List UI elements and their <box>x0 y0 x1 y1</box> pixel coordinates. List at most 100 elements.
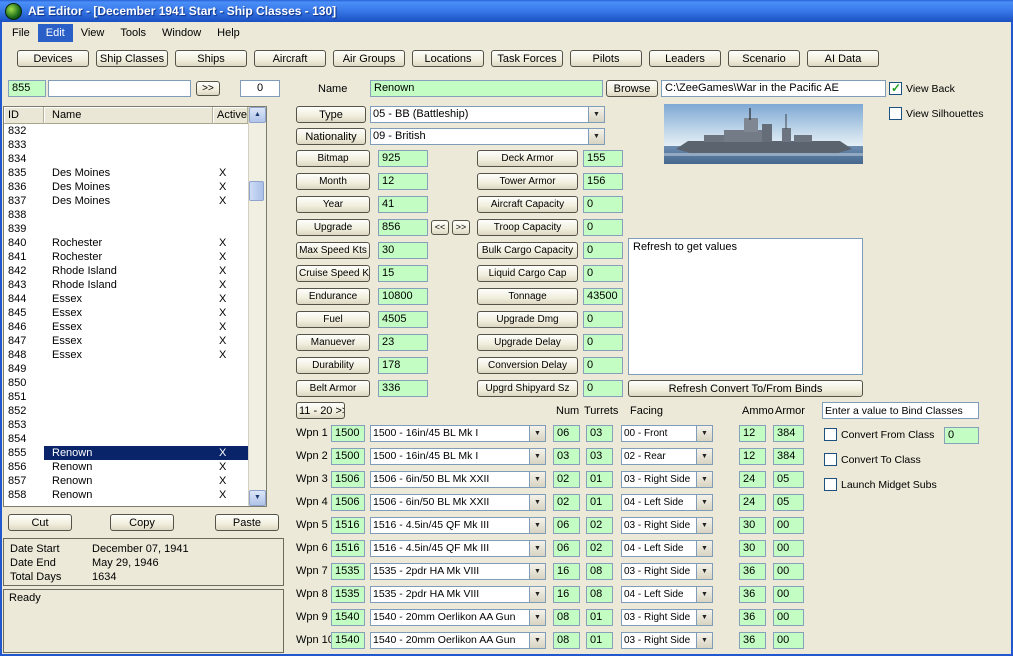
weapon-id-field[interactable]: 1500 <box>331 448 365 465</box>
toolbar-button[interactable]: AI Data <box>807 50 879 67</box>
list-row[interactable]: 834 <box>4 152 248 166</box>
weapon-armor-field[interactable]: 05 <box>773 494 804 511</box>
list-row[interactable]: 857 Renown X <box>4 474 248 488</box>
convert-from-class-checkbox[interactable]: ✓ Convert From Class <box>824 428 934 441</box>
toolbar-button[interactable]: Task Forces <box>491 50 563 67</box>
stat-button[interactable]: Max Speed Kts <box>296 242 370 259</box>
weapon-ammo-field[interactable]: 30 <box>739 540 766 557</box>
list-row[interactable]: 854 <box>4 432 248 446</box>
weapon-turrets-field[interactable]: 01 <box>586 632 613 649</box>
copy-button[interactable]: Copy <box>110 514 174 531</box>
stat-value-field[interactable]: 4505 <box>378 311 428 328</box>
list-row[interactable]: 840 Rochester X <box>4 236 248 250</box>
stat-value-field[interactable]: 41 <box>378 196 428 213</box>
chevron-down-icon[interactable]: ▼ <box>529 472 545 487</box>
menu-item[interactable]: Tools <box>112 24 154 42</box>
weapon-num-field[interactable]: 03 <box>553 448 580 465</box>
stat-button[interactable]: Conversion Delay <box>477 357 578 374</box>
stat-button[interactable]: Endurance <box>296 288 370 305</box>
weapon-id-field[interactable]: 1500 <box>331 425 365 442</box>
chevron-down-icon[interactable]: ▼ <box>529 541 545 556</box>
weapon-facing-select[interactable]: 02 - Rear ▼ <box>621 448 713 465</box>
weapon-num-field[interactable]: 06 <box>553 425 580 442</box>
checkbox-box[interactable]: ✓ <box>824 478 837 491</box>
weapon-armor-field[interactable]: 05 <box>773 471 804 488</box>
stat-value-field[interactable]: 156 <box>583 173 623 190</box>
weapon-id-field[interactable]: 1540 <box>331 632 365 649</box>
view-silhouettes-checkbox[interactable]: ✓ View Silhouettes <box>889 107 983 120</box>
toolbar-button[interactable]: Aircraft <box>254 50 326 67</box>
list-row[interactable]: 844 Essex X <box>4 292 248 306</box>
list-body[interactable]: 832 833 834 835 Des Moines X 836 Des Moi… <box>4 124 248 502</box>
stat-button[interactable]: Manuever <box>296 334 370 351</box>
list-row[interactable]: 858 Renown X <box>4 488 248 502</box>
stat-value-field[interactable]: 178 <box>378 357 428 374</box>
weapon-select[interactable]: 1540 - 20mm Oerlikon AA Gun ▼ <box>370 609 546 626</box>
list-row[interactable]: 853 <box>4 418 248 432</box>
bind-value-input[interactable]: Enter a value to Bind Classes <box>822 402 979 419</box>
list-row[interactable]: 851 <box>4 390 248 404</box>
refresh-binds-button[interactable]: Refresh Convert To/From Binds <box>628 380 863 397</box>
weapon-turrets-field[interactable]: 03 <box>586 448 613 465</box>
weapon-turrets-field[interactable]: 08 <box>586 586 613 603</box>
scroll-track[interactable] <box>249 123 266 490</box>
weapon-facing-select[interactable]: 03 - Right Side ▼ <box>621 563 713 580</box>
list-row[interactable]: 832 <box>4 124 248 138</box>
stat-value-field[interactable]: 0 <box>583 334 623 351</box>
chevron-down-icon[interactable]: ▼ <box>696 587 712 602</box>
scroll-thumb[interactable] <box>249 181 264 201</box>
chevron-down-icon[interactable]: ▼ <box>529 449 545 464</box>
stat-button[interactable]: Troop Capacity <box>477 219 578 236</box>
list-row[interactable]: 847 Essex X <box>4 334 248 348</box>
current-id-field[interactable]: 855 <box>8 80 46 97</box>
weapon-num-field[interactable]: 06 <box>553 540 580 557</box>
stat-value-field[interactable]: 155 <box>583 150 623 167</box>
launch-midget-subs-checkbox[interactable]: ✓ Launch Midget Subs <box>824 478 937 491</box>
weapon-armor-field[interactable]: 00 <box>773 586 804 603</box>
weapon-ammo-field[interactable]: 36 <box>739 563 766 580</box>
weapon-ammo-field[interactable]: 12 <box>739 425 766 442</box>
chevron-down-icon[interactable]: ▼ <box>696 564 712 579</box>
weapon-id-field[interactable]: 1535 <box>331 586 365 603</box>
list-row[interactable]: 833 <box>4 138 248 152</box>
chevron-down-icon[interactable]: ▼ <box>696 495 712 510</box>
weapon-armor-field[interactable]: 00 <box>773 540 804 557</box>
chevron-down-icon[interactable]: ▼ <box>529 426 545 441</box>
chevron-down-icon[interactable]: ▼ <box>529 564 545 579</box>
chevron-down-icon[interactable]: ▼ <box>696 518 712 533</box>
weapon-armor-field[interactable]: 384 <box>773 448 804 465</box>
chevron-down-icon[interactable]: ▼ <box>529 495 545 510</box>
stat-button[interactable]: Fuel <box>296 311 370 328</box>
list-row[interactable]: 841 Rochester X <box>4 250 248 264</box>
stat-value-field[interactable]: 12 <box>378 173 428 190</box>
toolbar-button[interactable]: Leaders <box>649 50 721 67</box>
chevron-down-icon[interactable]: ▼ <box>696 426 712 441</box>
weapon-turrets-field[interactable]: 08 <box>586 563 613 580</box>
nationality-select[interactable]: 09 - British ▼ <box>370 128 605 145</box>
weapon-turrets-field[interactable]: 01 <box>586 494 613 511</box>
stat-value-field[interactable]: 336 <box>378 380 428 397</box>
weapon-armor-field[interactable]: 384 <box>773 425 804 442</box>
chevron-down-icon[interactable]: ▼ <box>529 633 545 648</box>
stat-button[interactable]: Tower Armor <box>477 173 578 190</box>
stat-button[interactable]: Upgrade Dmg <box>477 311 578 328</box>
weapon-select[interactable]: 1516 - 4.5in/45 QF Mk III ▼ <box>370 540 546 557</box>
stat-value-field[interactable]: 23 <box>378 334 428 351</box>
list-row[interactable]: 837 Des Moines X <box>4 194 248 208</box>
weapon-select[interactable]: 1540 - 20mm Oerlikon AA Gun ▼ <box>370 632 546 649</box>
browse-button[interactable]: Browse <box>606 80 658 97</box>
weapon-id-field[interactable]: 1506 <box>331 471 365 488</box>
toolbar-button[interactable]: Ship Classes <box>96 50 168 67</box>
stat-button[interactable]: Aircraft Capacity <box>477 196 578 213</box>
toolbar-button[interactable]: Air Groups <box>333 50 405 67</box>
stat-value-field[interactable]: 856 <box>378 219 428 236</box>
chevron-down-icon[interactable]: ▼ <box>696 541 712 556</box>
stat-value-field[interactable]: 0 <box>583 265 623 282</box>
weapon-id-field[interactable]: 1506 <box>331 494 365 511</box>
stat-button[interactable]: Belt Armor <box>296 380 370 397</box>
weapon-id-field[interactable]: 1540 <box>331 609 365 626</box>
stat-button[interactable]: Bitmap <box>296 150 370 167</box>
weapon-turrets-field[interactable]: 02 <box>586 540 613 557</box>
list-row[interactable]: 855 Renown X <box>4 446 248 460</box>
list-row[interactable]: 850 <box>4 376 248 390</box>
